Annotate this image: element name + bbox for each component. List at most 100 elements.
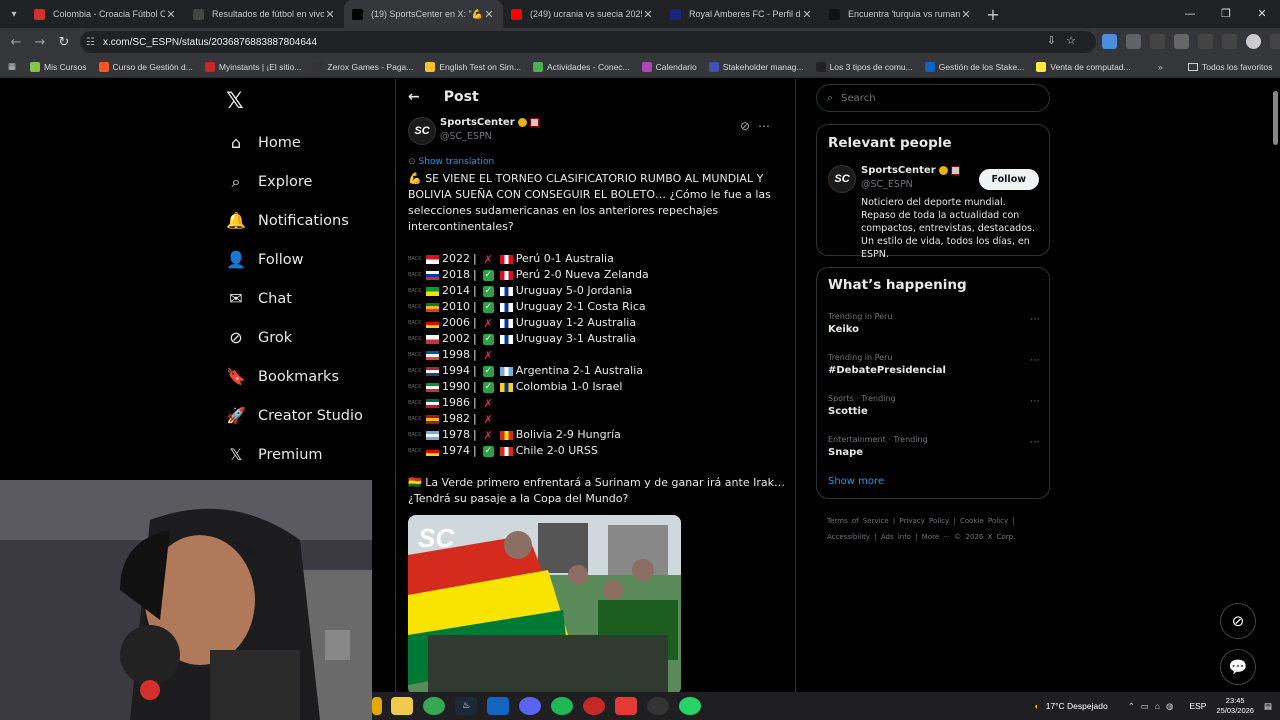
steam-icon[interactable]: ♨: [455, 697, 477, 715]
footer-links[interactable]: Terms of Service | Privacy Policy | Cook…: [827, 513, 1047, 545]
bookmark-item[interactable]: Actividades - Conec...: [532, 61, 630, 72]
bookmark-item[interactable]: Stakeholder manag...: [708, 61, 804, 72]
bookmark-item[interactable]: Calendario: [641, 61, 697, 72]
tray-icons[interactable]: ⌃▭⌂◍: [1128, 701, 1180, 712]
weather-text[interactable]: 17°C Despejado: [1046, 701, 1108, 711]
bookmark-item[interactable]: Zerox Games - Paga...: [313, 61, 413, 72]
sidebar-item-bookmarks[interactable]: 🔖 Bookmarks: [226, 357, 363, 396]
language-indicator[interactable]: ESP: [1189, 701, 1206, 711]
extension-icons[interactable]: [1102, 34, 1280, 49]
close-tab-icon[interactable]: ✕: [960, 8, 972, 21]
sidebar-item-explore[interactable]: ⌕ Explore: [226, 162, 363, 201]
bookmark-item[interactable]: Curso de Gestión d...: [98, 61, 193, 72]
bookmark-item[interactable]: Mis Cursos: [30, 61, 87, 72]
more-icon[interactable]: ⋯: [1030, 437, 1040, 448]
install-bookmark-icons[interactable]: ⇩☆: [1047, 34, 1086, 47]
scrollbar[interactable]: [1271, 79, 1280, 692]
bookmark-item[interactable]: Myinstants | ¡El sitio...: [204, 61, 301, 72]
trend-item[interactable]: Trending in Peru Keiko ⋯: [828, 312, 1040, 335]
post-image[interactable]: SC: [408, 515, 681, 692]
sidebar-item-home[interactable]: ⌂ Home: [226, 123, 363, 162]
sidebar-item-grok[interactable]: ⊘ Grok: [226, 318, 363, 357]
browser-tab[interactable]: Royal Amberes FC - Perfil del cl✕: [662, 0, 821, 28]
grok-fab-icon[interactable]: ⊘: [1220, 603, 1256, 639]
whatsapp-icon[interactable]: [679, 697, 701, 715]
close-tab-icon[interactable]: ✕: [801, 8, 813, 21]
result-match: Uruguay 1-2 Australia: [515, 316, 637, 329]
avatar[interactable]: SC: [828, 165, 856, 193]
back-arrow-icon[interactable]: ←: [408, 89, 420, 105]
sidebar-item-follow[interactable]: 👤 Follow: [226, 240, 363, 279]
notifications-icon[interactable]: ▤: [1264, 701, 1272, 712]
follow-button[interactable]: Follow: [978, 169, 1039, 190]
sidebar-item-creator-studio[interactable]: 🚀 Creator Studio: [226, 396, 363, 435]
bookmark-item[interactable]: Venta de computad...: [1036, 61, 1131, 72]
bookmark-item[interactable]: Gestión de los Stake...: [924, 61, 1025, 72]
search-input[interactable]: ⌕ Search: [816, 84, 1050, 112]
more-icon[interactable]: ⋯: [1030, 396, 1040, 407]
app-icon[interactable]: [615, 697, 637, 715]
close-tab-icon[interactable]: ✕: [642, 8, 654, 21]
trend-item[interactable]: Trending in Peru #DebatePresidencial ⋯: [828, 353, 1040, 376]
divider: [395, 79, 396, 692]
close-tab-icon[interactable]: ✕: [324, 8, 336, 21]
tab-search-icon[interactable]: ▾: [2, 4, 26, 24]
rp-name-row[interactable]: SportsCenter: [861, 165, 960, 176]
close-window-icon[interactable]: ✕: [1244, 0, 1280, 28]
restore-icon[interactable]: ❐: [1208, 0, 1244, 28]
author-name-row[interactable]: SportsCenter: [440, 117, 539, 128]
bookmark-label: Gestión de los Stake...: [938, 61, 1025, 72]
browser-tab[interactable]: Colombia - Croacia Fútbol Cuotas✕: [26, 0, 185, 28]
more-icon[interactable]: ⋯: [1030, 355, 1040, 366]
x-logo[interactable]: 𝕏: [226, 89, 244, 114]
new-tab-button[interactable]: +: [980, 5, 1006, 24]
sidebar-item-chat[interactable]: ✉ Chat: [226, 279, 363, 318]
sidebar-item-notifications[interactable]: 🔔 Notifications: [226, 201, 363, 240]
close-tab-icon[interactable]: ✕: [483, 8, 495, 21]
sidebar-item-premium[interactable]: 𝕏 Premium: [226, 435, 363, 474]
spotify-icon[interactable]: [551, 697, 573, 715]
show-more-link[interactable]: Show more: [828, 476, 884, 487]
webcam-feed: [0, 480, 372, 720]
result-row: BACK 1974 | ✓ Chile 2-0 URSS: [408, 443, 649, 459]
app-icon[interactable]: [583, 697, 605, 715]
all-bookmarks[interactable]: Todos los favoritos: [1188, 62, 1272, 72]
clock[interactable]: 23:45 25/03/2026: [1216, 696, 1254, 716]
store-icon[interactable]: [391, 697, 413, 715]
app-icon[interactable]: [487, 697, 509, 715]
trend-item[interactable]: Entertainment · Trending Snape ⋯: [828, 435, 1040, 458]
more-icon[interactable]: ⋯: [1030, 314, 1040, 325]
bookmark-item[interactable]: English Test on Sim...: [425, 61, 521, 72]
host-flag-icon: [426, 254, 439, 264]
close-tab-icon[interactable]: ✕: [165, 8, 177, 21]
reload-icon[interactable]: ↻: [52, 35, 76, 50]
browser-tab[interactable]: (249) ucrania vs suecia 2025 - Y✕: [503, 0, 662, 28]
app-icon[interactable]: [372, 697, 382, 715]
avatar[interactable]: SC: [408, 117, 436, 145]
minimize-icon[interactable]: —: [1172, 0, 1208, 28]
chat-fab-icon[interactable]: 💬: [1220, 649, 1256, 685]
grok-more-icons[interactable]: ⊘⋯: [740, 119, 778, 133]
weather-icon[interactable]: ◐: [1035, 701, 1040, 711]
rp-handle[interactable]: @SC_ESPN: [861, 179, 913, 190]
trend-item[interactable]: Sports · Trending Scottie ⋯: [828, 394, 1040, 417]
more-bookmarks-icon[interactable]: »: [1158, 62, 1163, 72]
bookmark-item[interactable]: Los 3 tipos de comu...: [815, 61, 913, 72]
chrome-icon[interactable]: [423, 697, 445, 715]
obs-icon[interactable]: [647, 697, 669, 715]
browser-tab[interactable]: Encuentra 'turquia vs rumania 2✕: [821, 0, 980, 28]
browser-tab[interactable]: (19) SportsCenter en X: "💪 SE✕: [344, 0, 503, 28]
back-icon[interactable]: ←: [4, 35, 28, 50]
author-name[interactable]: SportsCenter: [440, 117, 515, 128]
site-info-icon[interactable]: ☷: [86, 37, 95, 48]
url-field[interactable]: ☷ x.com/SC_ESPN/status/20368768838878046…: [80, 31, 1096, 53]
author-handle[interactable]: @SC_ESPN: [440, 131, 492, 142]
show-translation-link[interactable]: ⊙ Show translation: [408, 157, 494, 167]
browser-tab[interactable]: Resultados de fútbol en vivo, M✕: [185, 0, 344, 28]
discord-icon[interactable]: [519, 697, 541, 715]
rp-name[interactable]: SportsCenter: [861, 165, 936, 176]
back-emoji-icon: BACK: [408, 416, 422, 422]
bookmark-label: Venta de computad...: [1050, 61, 1131, 72]
forward-icon[interactable]: →: [28, 35, 52, 50]
apps-icon[interactable]: ▦: [8, 61, 16, 72]
